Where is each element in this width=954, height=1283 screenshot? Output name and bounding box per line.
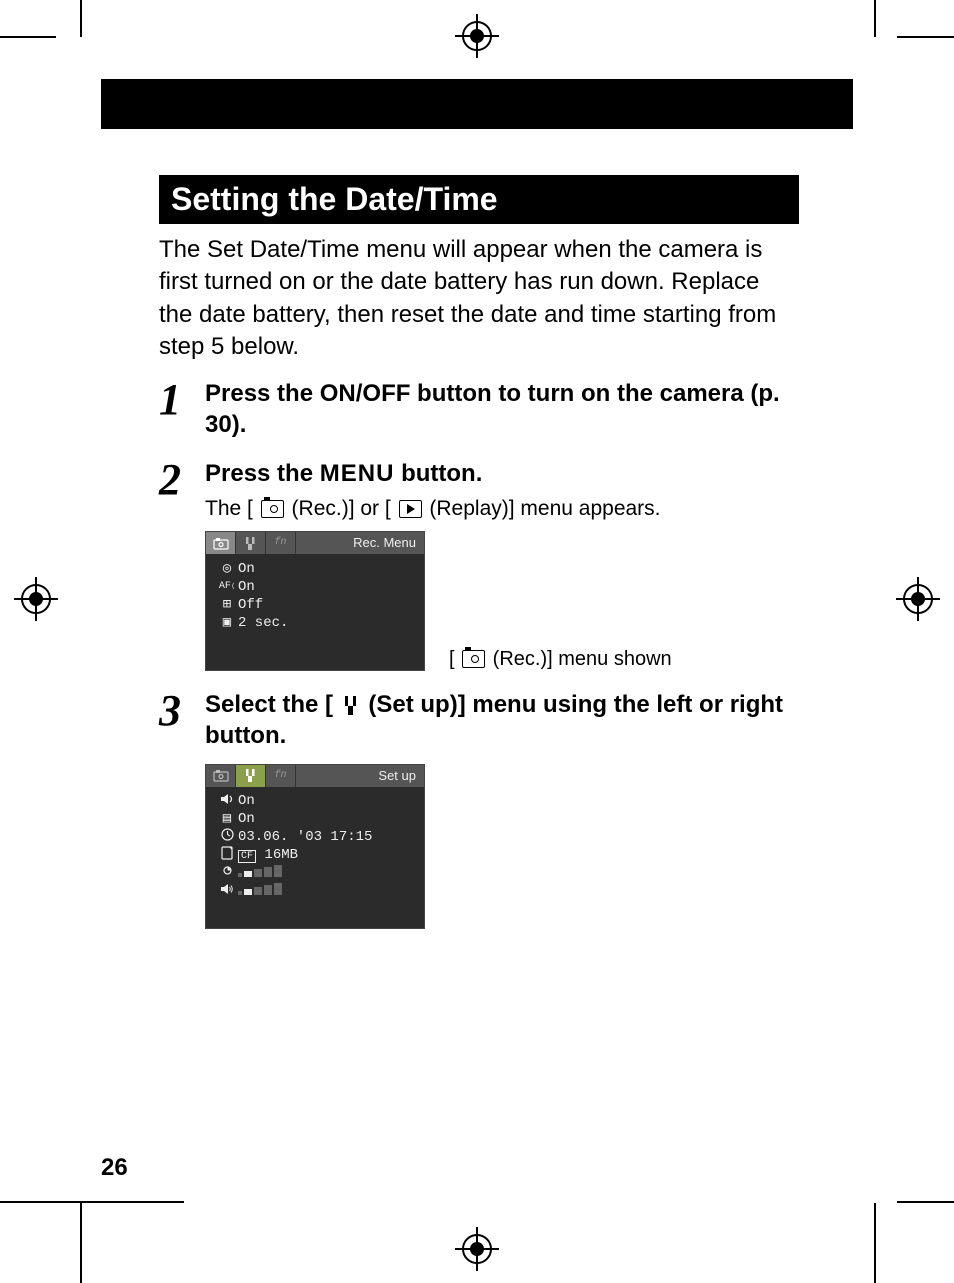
text: (Rec.)] or [	[286, 497, 397, 520]
step-heading-text: Press the	[205, 460, 320, 487]
lcd-row: ▤ On	[216, 811, 414, 829]
setup-tool-icon	[342, 695, 360, 716]
bars-icon	[238, 883, 414, 901]
play-icon	[399, 500, 422, 518]
lcd-row-val: Off	[238, 597, 414, 614]
lcd-row-val: CF CF 16MB16MB	[238, 847, 414, 864]
lcd-tab-camera	[206, 532, 236, 554]
lcd-tab-camera	[206, 765, 236, 787]
lcd-row: ▣ 2 sec.	[216, 614, 414, 632]
menu-word: MENU	[320, 460, 395, 487]
camera-icon	[462, 650, 485, 668]
header-band	[101, 79, 853, 129]
card-icon	[216, 846, 238, 866]
crop-mark	[897, 36, 954, 38]
clock-icon	[216, 828, 238, 847]
lcd-tab-setup	[236, 532, 266, 554]
lcd-row: CF CF 16MB16MB	[216, 847, 414, 865]
lcd-row: On	[216, 793, 414, 811]
crop-mark	[0, 36, 56, 38]
text: [	[449, 648, 460, 670]
lcd-tab-custom: fn	[266, 532, 296, 554]
step-subtext: The [ (Rec.)] or [ (Replay)] menu appear…	[205, 497, 799, 521]
registration-mark-top	[455, 14, 499, 58]
lcd-row: ⊞ Off	[216, 596, 414, 614]
brightness-icon	[216, 864, 238, 883]
crop-mark	[874, 0, 876, 37]
lcd-row-val: On	[238, 579, 414, 596]
lcd-row: AF⟨ On	[216, 578, 414, 596]
lcd-caption: [ (Rec.)] menu shown	[449, 648, 672, 671]
lcd-tab-title: Set up	[296, 765, 424, 787]
lcd-row-icon: ⊞	[216, 597, 238, 614]
step-number: 3	[159, 689, 205, 928]
crop-mark	[897, 1201, 954, 1203]
lcd-row-icon: ◎	[216, 561, 238, 578]
step-heading: Press the MENU button.	[205, 458, 799, 489]
speaker-icon	[216, 793, 238, 811]
lcd-row-val: 03.06. '03 17:15	[238, 829, 414, 846]
lcd-row-val: On	[238, 793, 414, 810]
lcd-row	[216, 883, 414, 901]
lcd-row-icon: ▣	[216, 615, 238, 632]
crop-mark	[80, 0, 82, 37]
crop-mark	[0, 1201, 184, 1203]
text: (Replay)] menu appears.	[424, 497, 661, 520]
step-2: 2 Press the MENU button. The [ (Rec.)] o…	[159, 458, 799, 671]
step-number: 2	[159, 458, 205, 671]
step-heading: Press the ON/OFF button to turn on the c…	[205, 378, 799, 440]
crop-mark	[80, 1203, 82, 1283]
lcd-row: ◎ On	[216, 560, 414, 578]
lcd-row	[216, 865, 414, 883]
bars-icon	[238, 865, 414, 883]
step-heading-text: button.	[394, 460, 482, 487]
registration-mark-left	[14, 577, 58, 621]
lcd-tab-setup	[236, 765, 266, 787]
step-heading: Select the [ (Set up)] menu using the le…	[205, 689, 799, 751]
lcd-row-icon: ▤	[216, 811, 238, 828]
text: (Rec.)] menu shown	[487, 648, 672, 670]
registration-mark-bottom	[455, 1227, 499, 1271]
step-3: 3 Select the [ (Set up)] menu using the …	[159, 689, 799, 928]
step-number: 1	[159, 378, 205, 440]
registration-mark-right	[896, 577, 940, 621]
lcd-row: 03.06. '03 17:15	[216, 829, 414, 847]
lcd-rec-menu: fn Rec. Menu ◎ On AF⟨	[205, 531, 425, 671]
lcd-row-val: On	[238, 811, 414, 828]
text: The [	[205, 497, 259, 520]
volume-icon	[216, 883, 238, 901]
camera-icon	[261, 500, 284, 518]
intro-text: The Set Date/Time menu will appear when …	[159, 234, 799, 364]
lcd-setup-menu: fn Set up On	[205, 764, 425, 929]
lcd-row-val: 2 sec.	[238, 615, 414, 632]
text: Select the [	[205, 691, 340, 718]
page-number: 26	[101, 1154, 128, 1182]
section-title: Setting the Date/Time	[159, 175, 799, 224]
crop-mark	[874, 1203, 876, 1283]
lcd-row-icon: AF⟨	[216, 581, 238, 593]
lcd-tab-title: Rec. Menu	[296, 532, 424, 554]
lcd-row-val: On	[238, 561, 414, 578]
lcd-tab-custom: fn	[266, 765, 296, 787]
step-1: 1 Press the ON/OFF button to turn on the…	[159, 378, 799, 440]
